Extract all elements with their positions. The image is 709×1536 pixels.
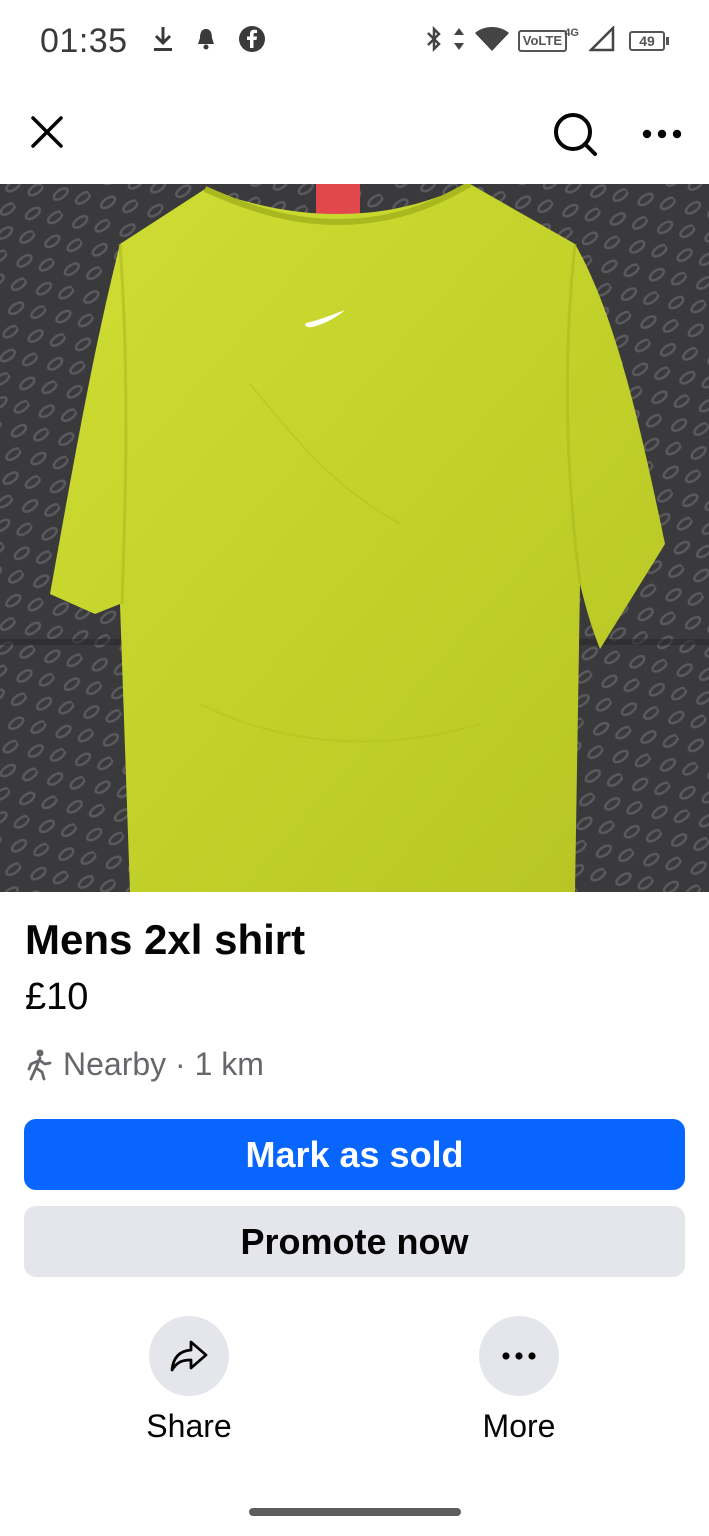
- top-nav: [0, 82, 709, 184]
- more-options-button[interactable]: [640, 112, 684, 156]
- network-type: 4G: [564, 27, 579, 39]
- facebook-icon: [238, 25, 266, 58]
- listing-location: Nearby · 1 km: [25, 1046, 264, 1083]
- more-label: More: [482, 1408, 556, 1444]
- status-bar: 01:35 VoLTE 4G 49: [0, 0, 709, 82]
- listing-title: Mens 2xl shirt: [25, 916, 306, 963]
- search-button[interactable]: [550, 109, 600, 159]
- status-time: 01:35: [40, 21, 128, 60]
- location-text: Nearby · 1 km: [63, 1046, 264, 1082]
- more-horizontal-icon: [642, 129, 682, 139]
- download-icon: [152, 25, 174, 58]
- close-icon: [31, 116, 63, 148]
- share-icon: [170, 1340, 208, 1372]
- mark-as-sold-button[interactable]: Mark as sold: [24, 1119, 685, 1190]
- more-button[interactable]: [479, 1316, 559, 1396]
- notification-icon: [196, 26, 216, 57]
- battery-icon: 49: [629, 31, 669, 51]
- close-button[interactable]: [26, 111, 68, 153]
- data-arrows-icon: [452, 25, 466, 58]
- search-icon: [554, 113, 597, 156]
- more-action[interactable]: More: [449, 1316, 589, 1445]
- wifi-icon: [474, 25, 510, 58]
- volte-icon: VoLTE 4G: [517, 27, 579, 52]
- signal-icon: [587, 24, 615, 57]
- promote-now-button[interactable]: Promote now: [24, 1206, 685, 1277]
- share-label: Share: [146, 1408, 232, 1444]
- product-photo[interactable]: [0, 184, 709, 892]
- battery-level: 49: [629, 31, 665, 51]
- volte-label: VoLTE: [522, 33, 562, 48]
- more-horizontal-icon: [502, 1352, 536, 1360]
- share-button[interactable]: [149, 1316, 229, 1396]
- home-indicator[interactable]: [249, 1508, 461, 1516]
- shirt-image: [0, 184, 709, 892]
- share-action[interactable]: Share: [119, 1316, 259, 1445]
- listing-price: £10: [25, 976, 89, 1018]
- bluetooth-icon: [424, 24, 444, 59]
- walking-person-icon: [27, 1049, 52, 1080]
